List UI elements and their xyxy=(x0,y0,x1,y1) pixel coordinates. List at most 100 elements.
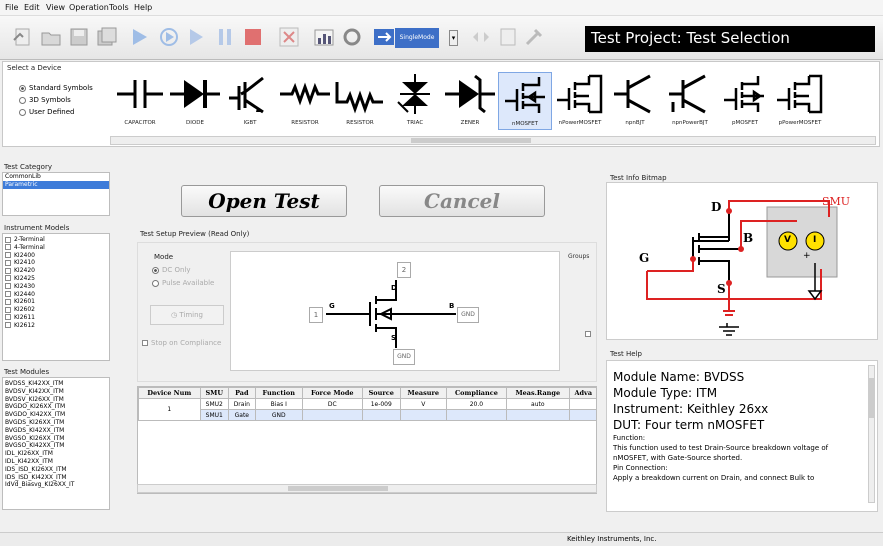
pause-icon[interactable] xyxy=(214,26,236,48)
test-module-item[interactable]: BVDSV_KI26XX_ITM xyxy=(3,396,109,404)
instrument-model-item[interactable]: KI2440 xyxy=(3,291,109,299)
test-module-item[interactable]: BVDSV_KI42XX_ITM xyxy=(3,388,109,396)
menu-operation[interactable]: Operation xyxy=(69,3,109,12)
instrument-model-item[interactable]: KI2400 xyxy=(3,252,109,260)
grid-header-cell[interactable]: Force Mode xyxy=(301,387,363,399)
device-pmosfet[interactable]: pMOSFET xyxy=(718,72,772,130)
grid-header-cell[interactable]: Measure xyxy=(399,387,447,399)
grid-cell-device-num[interactable]: 1 xyxy=(138,398,201,421)
step-icon[interactable] xyxy=(186,26,208,48)
mode-dropdown[interactable]: ▾ xyxy=(449,30,458,46)
scrollbar-thumb[interactable] xyxy=(869,378,874,418)
instrument-model-item[interactable]: KI2601 xyxy=(3,298,109,306)
test-module-item[interactable]: IDL_KI42XX_ITM xyxy=(3,458,109,466)
grid-cell[interactable]: 20.0 xyxy=(445,398,508,410)
instrument-model-item[interactable]: KI2420 xyxy=(3,267,109,275)
instrument-model-item[interactable]: KI2611 xyxy=(3,314,109,322)
device-igbt[interactable]: IGBT xyxy=(223,72,277,130)
instrument-model-item[interactable]: 2-Terminal xyxy=(3,236,109,244)
grid-cell[interactable] xyxy=(361,409,401,421)
menu-tools[interactable]: Tools xyxy=(109,3,129,12)
stop-icon[interactable] xyxy=(242,26,264,48)
menu-help[interactable]: Help xyxy=(134,3,152,12)
test-module-item[interactable]: IdVd_Biasvg_KI26XX_IT xyxy=(3,481,109,489)
radio-3d-symbols[interactable]: 3D Symbols xyxy=(19,96,71,104)
stop-on-compliance-checkbox[interactable]: Stop on Compliance xyxy=(142,339,221,347)
grid-cell[interactable] xyxy=(301,409,363,421)
refresh-icon[interactable] xyxy=(341,26,363,48)
groups-checkbox[interactable] xyxy=(585,331,591,337)
chart-icon[interactable] xyxy=(313,26,335,48)
grid-cell[interactable]: auto xyxy=(506,398,570,410)
device-resistor-2[interactable]: RESISTOR xyxy=(333,72,387,130)
device-ppowermosfet[interactable]: pPowerMOSFET xyxy=(773,72,827,130)
test-module-item[interactable]: BVGDO_KI42XX_ITM xyxy=(3,411,109,419)
test-module-item[interactable]: BVGSO_KI26XX_ITM xyxy=(3,435,109,443)
test-module-item[interactable]: IDS_ISD_KI26XX_ITM xyxy=(3,466,109,474)
grid-cell[interactable] xyxy=(568,409,596,421)
test-module-item[interactable]: IDL_KI26XX_ITM xyxy=(3,450,109,458)
device-capacitor[interactable]: CAPACITOR xyxy=(113,72,167,130)
grid-row[interactable]: SMU1 Gate GND xyxy=(139,409,596,421)
scrollbar-thumb[interactable] xyxy=(411,138,531,143)
tools-icon[interactable] xyxy=(523,26,545,48)
mode-icon[interactable] xyxy=(373,26,395,48)
instrument-model-item[interactable]: KI2430 xyxy=(3,283,109,291)
test-module-item[interactable]: BVGDS_KI42XX_ITM xyxy=(3,427,109,435)
grid-cell[interactable] xyxy=(399,409,447,421)
run-continuous-icon[interactable] xyxy=(158,26,180,48)
grid-header-cell[interactable]: Meas.Range xyxy=(506,387,570,399)
cancel-button[interactable]: Cancel xyxy=(379,185,545,217)
help-scrollbar[interactable] xyxy=(868,365,875,503)
grid-scrollbar[interactable] xyxy=(137,484,597,493)
device-diode[interactable]: DIODE xyxy=(168,72,222,130)
radio-standard-symbols[interactable]: Standard Symbols xyxy=(19,84,93,92)
device-nmosfet[interactable]: nMOSFET xyxy=(498,72,552,130)
device-npowermosfet[interactable]: nPowerMOSFET xyxy=(553,72,607,130)
grid-cell[interactable]: GND xyxy=(254,409,303,421)
test-module-item[interactable]: IDS_ISD_KI42XX_ITM xyxy=(3,474,109,482)
radio-user-defined[interactable]: User Defined xyxy=(19,108,74,116)
grid-cell[interactable]: SMU2 xyxy=(199,398,229,410)
instrument-model-item[interactable]: KI2612 xyxy=(3,322,109,330)
nav-arrows-icon[interactable] xyxy=(470,26,492,48)
device-scrollbar[interactable] xyxy=(110,136,876,145)
grid-cell[interactable] xyxy=(568,398,596,410)
scrollbar-thumb[interactable] xyxy=(288,486,388,491)
menu-view[interactable]: View xyxy=(46,3,65,12)
menu-file[interactable]: File xyxy=(5,3,18,12)
instrument-model-item[interactable]: 4-Terminal xyxy=(3,244,109,252)
open-project-icon[interactable] xyxy=(40,26,62,48)
grid-row[interactable]: 1 SMU2 Drain Bias I DC 1e-009 V 20.0 auto xyxy=(138,398,596,421)
grid-cell[interactable]: V xyxy=(399,398,447,410)
run-icon[interactable] xyxy=(128,26,150,48)
abort-icon[interactable] xyxy=(278,26,300,48)
test-module-item[interactable]: BVGSO_KI42XX_ITM xyxy=(3,442,109,450)
new-project-icon[interactable] xyxy=(12,26,34,48)
instrument-model-item[interactable]: KI2602 xyxy=(3,306,109,314)
save-all-icon[interactable] xyxy=(96,26,118,48)
open-test-button[interactable]: Open Test xyxy=(181,185,347,217)
document-icon[interactable] xyxy=(497,26,519,48)
grid-header-cell[interactable]: Function xyxy=(254,387,303,399)
test-module-item[interactable]: BVGDS_KI26XX_ITM xyxy=(3,419,109,427)
radio-pulse-available[interactable]: Pulse Available xyxy=(152,279,214,287)
grid-header-cell[interactable]: Compliance xyxy=(445,387,508,399)
device-npnpowerbjt[interactable]: npnPowerBJT xyxy=(663,72,717,130)
grid-header-cell[interactable]: SMU xyxy=(199,387,229,399)
grid-cell[interactable]: Bias I xyxy=(254,398,303,410)
device-triac[interactable]: TRIAC xyxy=(388,72,442,130)
test-module-item[interactable]: BVDSS_KI42XX_ITM xyxy=(3,380,109,388)
instrument-model-item[interactable]: KI2410 xyxy=(3,259,109,267)
grid-cell[interactable]: Drain xyxy=(227,398,256,410)
device-zener[interactable]: ZENER xyxy=(443,72,497,130)
grid-cell[interactable] xyxy=(506,409,570,421)
grid-cell[interactable]: Gate xyxy=(227,409,256,421)
test-module-item[interactable]: BVGDO_KI26XX_ITM xyxy=(3,403,109,411)
grid-header-cell[interactable]: Adva xyxy=(568,387,596,399)
menu-edit[interactable]: Edit xyxy=(24,3,40,12)
grid-cell[interactable]: DC xyxy=(301,398,363,410)
category-commonlib[interactable]: CommonLib xyxy=(3,173,109,181)
device-resistor-1[interactable]: RESISTOR xyxy=(278,72,332,130)
grid-cell[interactable]: SMU1 xyxy=(199,409,229,421)
